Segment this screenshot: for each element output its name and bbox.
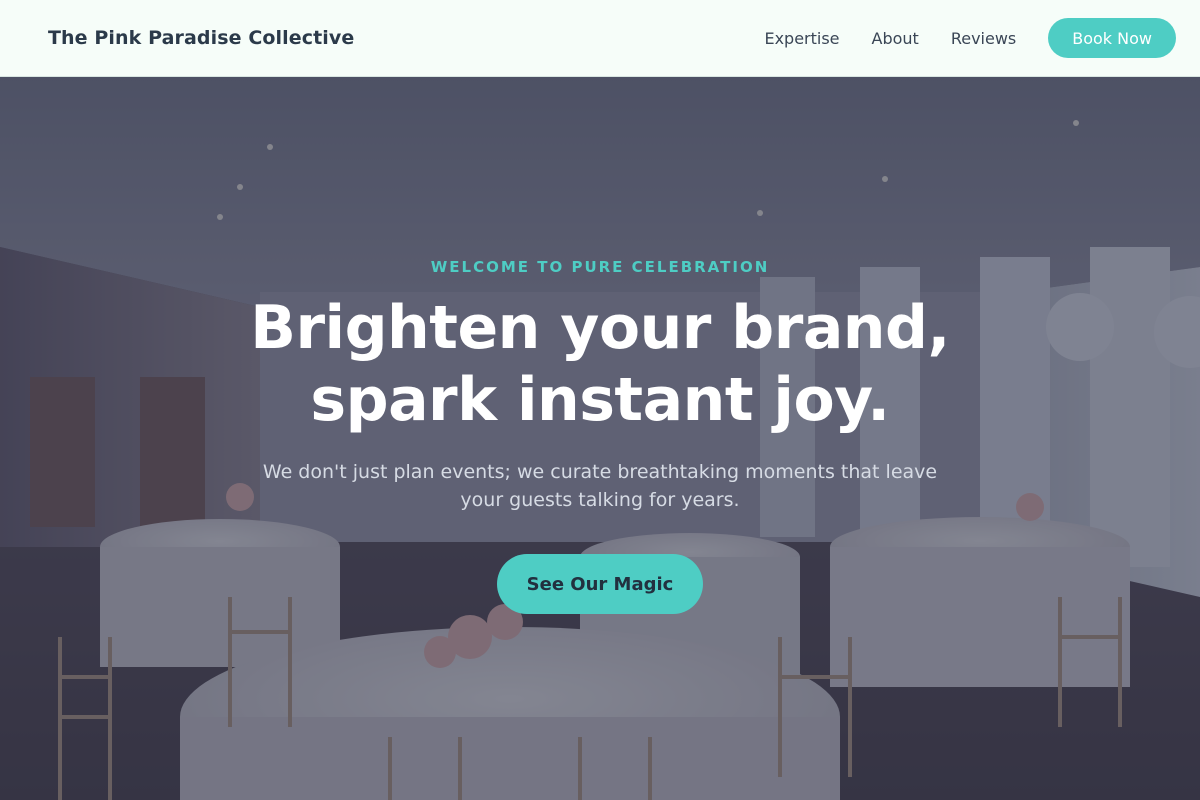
see-our-magic-button[interactable]: See Our Magic bbox=[497, 554, 703, 614]
hero-content: WELCOME TO PURE CELEBRATION Brighten you… bbox=[0, 77, 1200, 800]
hero-headline: Brighten your brand, spark instant joy. bbox=[170, 292, 1030, 436]
hero-headline-line-2: spark instant joy. bbox=[310, 365, 890, 435]
hero-eyebrow: WELCOME TO PURE CELEBRATION bbox=[430, 258, 770, 276]
brand-logo-text[interactable]: The Pink Paradise Collective bbox=[48, 27, 354, 49]
book-now-button[interactable]: Book Now bbox=[1048, 18, 1176, 58]
main-nav: Expertise About Reviews Book Now bbox=[764, 18, 1176, 58]
hero-headline-line-1: Brighten your brand, bbox=[250, 293, 950, 363]
top-navigation: The Pink Paradise Collective Expertise A… bbox=[0, 0, 1200, 77]
nav-link-expertise[interactable]: Expertise bbox=[764, 29, 839, 48]
nav-link-about[interactable]: About bbox=[872, 29, 919, 48]
hero-section: WELCOME TO PURE CELEBRATION Brighten you… bbox=[0, 77, 1200, 800]
nav-link-reviews[interactable]: Reviews bbox=[951, 29, 1016, 48]
hero-subtext: We don't just plan events; we curate bre… bbox=[262, 461, 938, 511]
